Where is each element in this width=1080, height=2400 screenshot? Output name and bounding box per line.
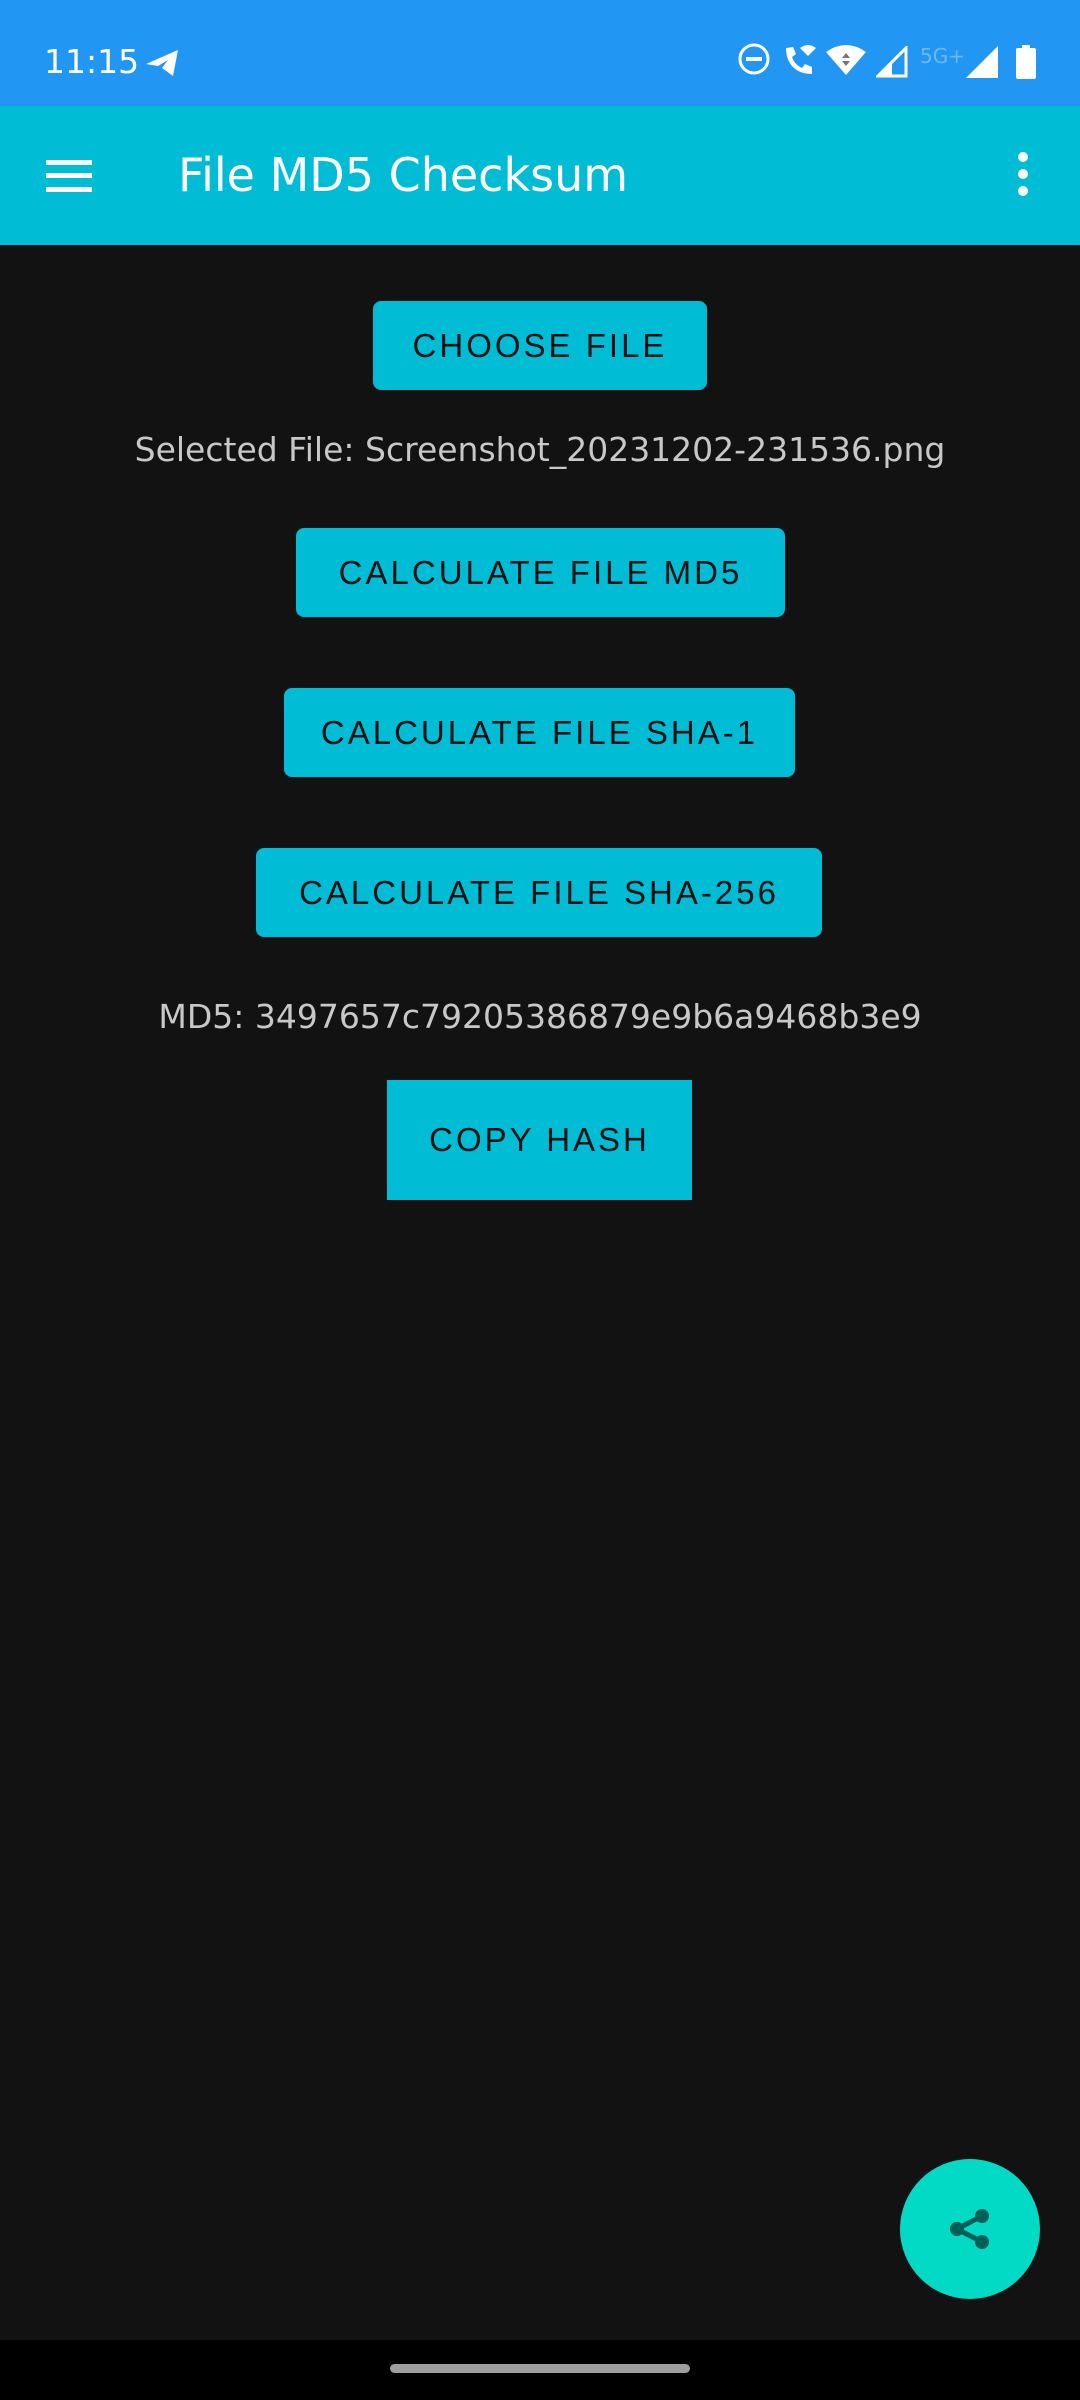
hamburger-menu-icon[interactable]	[46, 160, 92, 192]
signal-icon	[876, 46, 908, 78]
battery-icon	[1016, 45, 1036, 79]
home-gesture-handle[interactable]	[390, 2364, 690, 2373]
signal-full-icon	[966, 46, 998, 78]
status-time: 11:15	[44, 42, 140, 81]
selected-file-text: Selected File: Screenshot_20231202-23153…	[134, 430, 946, 469]
page-title: File MD5 Checksum	[178, 148, 629, 202]
calculate-sha1-button[interactable]: CALCULATE FILE SHA-1	[284, 688, 795, 777]
wifi-icon	[826, 45, 866, 75]
calculate-md5-button[interactable]: CALCULATE FILE MD5	[296, 528, 785, 617]
more-vert-icon[interactable]	[1016, 152, 1030, 196]
telegram-icon	[146, 50, 178, 76]
do-not-disturb-icon	[738, 43, 770, 75]
share-icon	[950, 2209, 989, 2249]
choose-file-button[interactable]: CHOOSE FILE	[373, 301, 707, 390]
share-fab[interactable]	[900, 2159, 1040, 2299]
network-type-label: 5G+	[920, 44, 965, 68]
wifi-calling-icon	[786, 45, 816, 74]
calculate-sha256-button[interactable]: CALCULATE FILE SHA-256	[256, 848, 822, 937]
status-bar: 11:15 5G+	[0, 0, 1080, 106]
hash-result-text: MD5: 3497657c79205386879e9b6a9468b3e9	[158, 997, 922, 1036]
copy-hash-button[interactable]: COPY HASH	[387, 1080, 692, 1200]
